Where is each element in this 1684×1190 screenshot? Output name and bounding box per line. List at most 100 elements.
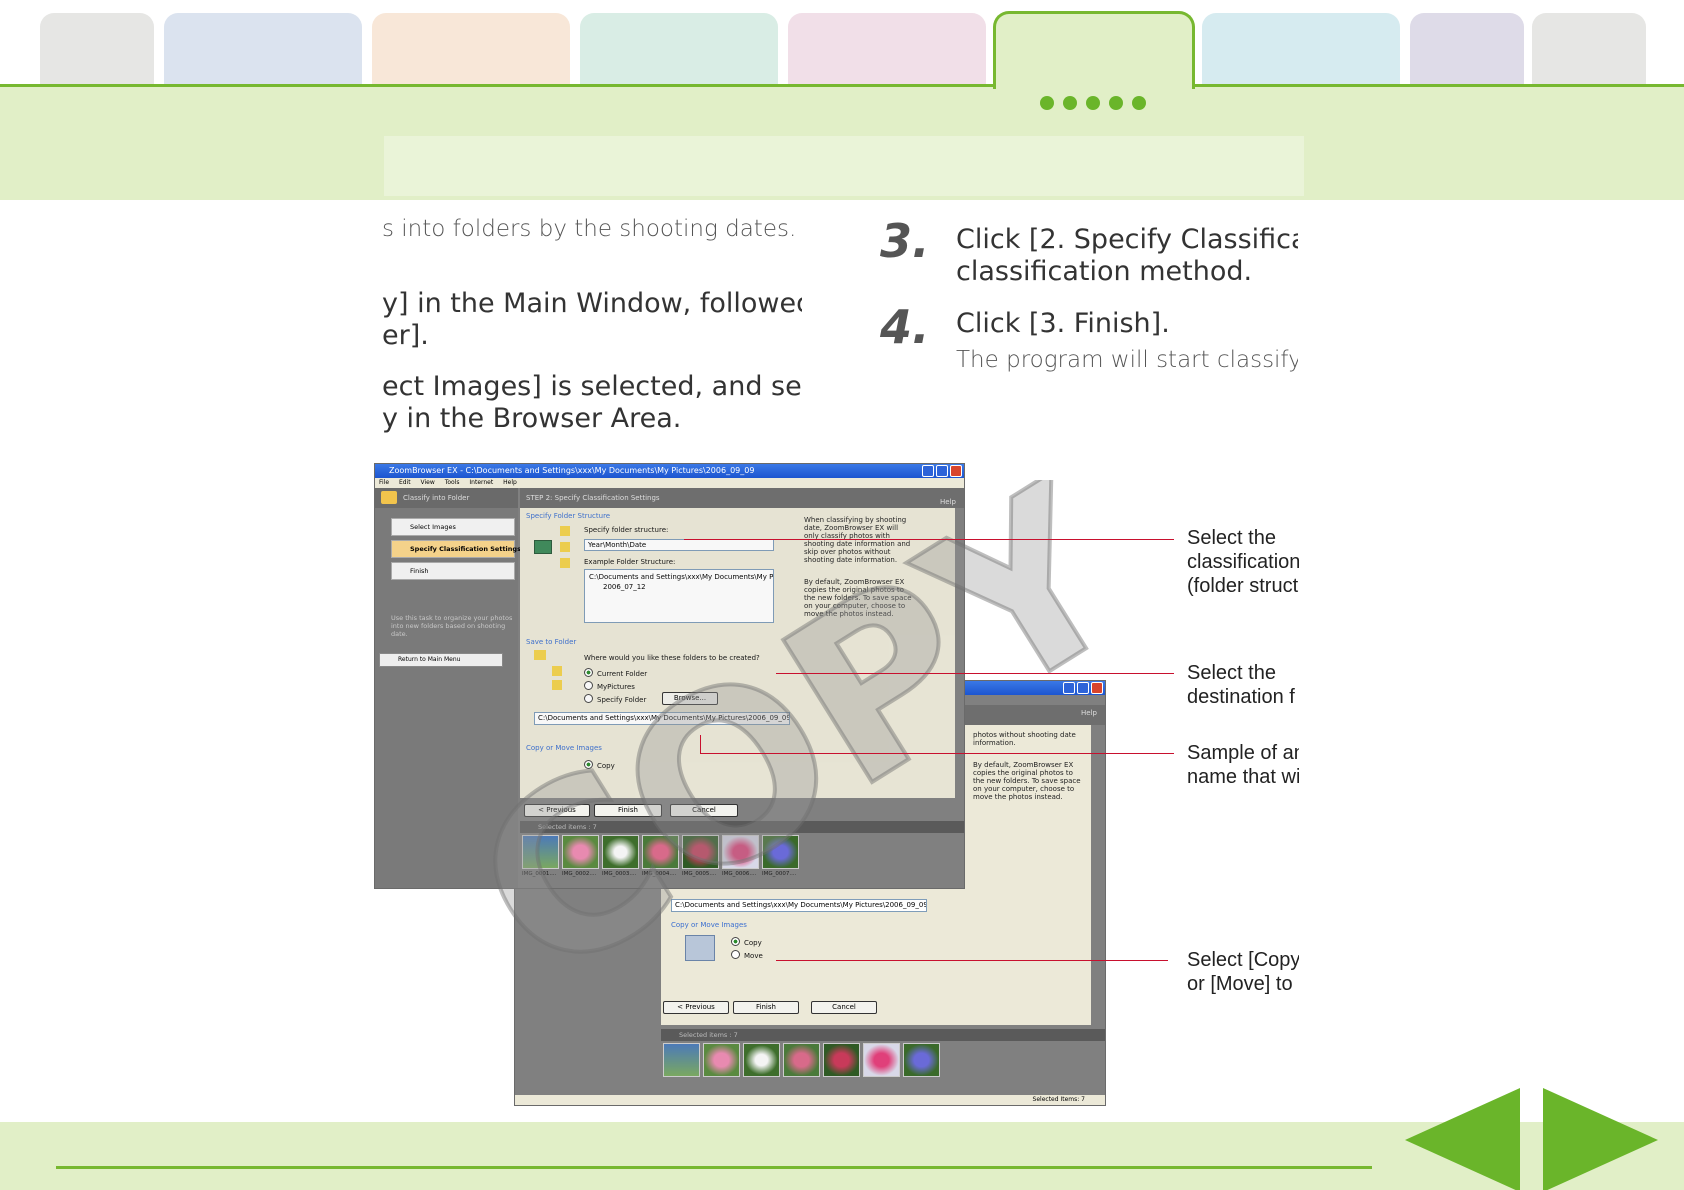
menu-file[interactable]: File [379,479,389,486]
step3-number: 3. [880,214,930,268]
minimize-icon[interactable] [922,465,934,477]
minimize-icon[interactable] [1063,682,1075,694]
save-folder-title: Save to Folder [526,638,577,646]
page-title-bar [384,136,1304,196]
thumbnail[interactable] [602,835,639,869]
back-window-controls [1063,682,1103,694]
page-dot [1063,96,1077,110]
previous-page-arrow-icon[interactable] [1405,1088,1520,1190]
back-help-label[interactable]: Help [1081,709,1097,717]
return-to-main-menu-button[interactable]: Return to Main Menu [379,653,503,667]
chapter-tab-7[interactable] [1202,13,1400,85]
chapter-tab-9[interactable] [1532,13,1646,85]
back-status-bar: Selected Items: 7 [515,1095,1105,1105]
thumbnail[interactable] [703,1043,740,1077]
step4-subtext: The program will start classifying [956,347,1298,373]
thumbnail[interactable] [562,835,599,869]
callout-2-line2: destination f [1187,686,1295,708]
cancel-button[interactable]: Cancel [670,804,738,817]
chapter-tab-active[interactable] [993,11,1195,89]
thumbnail[interactable] [903,1043,940,1077]
folder-icon [552,666,562,676]
copy-radio[interactable]: Copy [584,760,615,770]
active-tab-joint [996,83,1192,91]
close-icon[interactable] [950,465,962,477]
finish-button[interactable]: Finish [594,804,662,817]
current-folder-radio[interactable]: Current Folder [584,668,647,678]
thumbnail-caption: IMG_0001.... [522,871,557,877]
settings-pane: STEP 2: Specify Classification Settings … [520,488,964,888]
back-move-radio[interactable]: Move [731,950,763,960]
menu-view[interactable]: View [421,479,435,486]
thumbnail[interactable] [522,835,559,869]
save-path-field[interactable]: C:\Documents and Settings\xxx\My Documen… [534,712,790,725]
maximize-icon[interactable] [936,465,948,477]
copy-move-icon [685,935,715,961]
back-copy-radio[interactable]: Copy [731,937,762,947]
step-label: Specify Classification Settings [410,545,521,553]
callout-3-line2: name that wi [1187,766,1299,788]
step3-text-line2: classification method. [956,256,1253,287]
step-specify-classification[interactable]: Specify Classification Settings [391,540,521,558]
back-path-field[interactable]: C:\Documents and Settings\xxx\My Documen… [671,899,927,912]
chapter-tab-3[interactable] [372,13,570,85]
settings-title: STEP 2: Specify Classification Settings [526,494,660,502]
menu-edit[interactable]: Edit [399,479,411,486]
thumbnail-captions: IMG_0001.... IMG_0002.... IMG_0003.... I… [522,871,799,877]
step2-text-line1: ect Images] is selected, and select [382,371,802,402]
chapter-tab-5[interactable] [788,13,986,85]
callout-line-2 [776,673,1174,674]
close-icon[interactable] [1091,682,1103,694]
browse-button[interactable]: Browse... [662,692,718,705]
chapter-tab-bar [0,0,1684,200]
thumbnail[interactable] [762,835,799,869]
folder-icon [560,526,570,536]
back-previous-button[interactable]: < Previous [663,1001,729,1014]
next-page-arrow-icon[interactable] [1543,1088,1658,1190]
window-controls [922,465,962,477]
thumbnail[interactable] [682,835,719,869]
back-help-text-1: photos without shooting date information… [973,731,1076,747]
chapter-tab-2[interactable] [164,13,362,85]
step4-number: 4. [880,300,930,354]
chapter-tab-1[interactable] [40,13,154,85]
step-select-images[interactable]: Select Images [391,518,515,536]
back-cancel-button[interactable]: Cancel [811,1001,877,1014]
maximize-icon[interactable] [1077,682,1089,694]
menu-tools[interactable]: Tools [445,479,460,486]
thumbnail-caption: IMG_0007.... [762,871,797,877]
callout-1-line2: classification [1187,551,1299,573]
selected-items-header: Selected items : 7 [520,821,964,833]
settings-content: Specify Folder Structure Specify folder … [520,508,955,798]
thumbnail[interactable] [743,1043,780,1077]
window-title: ZoomBrowser EX - C:\Documents and Settin… [389,466,755,475]
settings-header: STEP 2: Specify Classification Settings … [520,488,964,508]
chapter-tab-8[interactable] [1410,13,1524,85]
menu-internet[interactable]: Internet [469,479,493,486]
specify-folder-radio[interactable]: Specify Folder [584,694,646,704]
step-label: Finish [410,567,429,575]
thumbnail[interactable] [663,1043,700,1077]
footer-rule [56,1166,1372,1169]
example-folder-tree[interactable]: C:\Documents and Settings\xxx\My Documen… [584,569,774,623]
menu-help[interactable]: Help [503,479,517,486]
step-label: Select Images [410,523,456,531]
thumbnail[interactable] [642,835,679,869]
thumbnail[interactable] [783,1043,820,1077]
back-finish-button[interactable]: Finish [733,1001,799,1014]
page-indicator-dots [1040,96,1146,110]
previous-button[interactable]: < Previous [524,804,590,817]
thumbnail[interactable] [722,835,759,869]
callout-3-line1: Sample of an [1187,742,1299,764]
folder-icon [534,650,546,660]
callout-4-line1: Select [Copy] [1187,949,1299,971]
thumbnail[interactable] [863,1043,900,1077]
chapter-tab-4[interactable] [580,13,778,85]
folder-structure-select[interactable]: Year\Month\Date [584,539,774,551]
mypictures-radio[interactable]: MyPictures [584,681,635,691]
thumbnail[interactable] [823,1043,860,1077]
step-finish[interactable]: Finish [391,562,515,580]
thumbnail-caption: IMG_0002.... [562,871,597,877]
photo-icon [534,540,552,554]
thumbnail-caption: IMG_0003.... [602,871,637,877]
